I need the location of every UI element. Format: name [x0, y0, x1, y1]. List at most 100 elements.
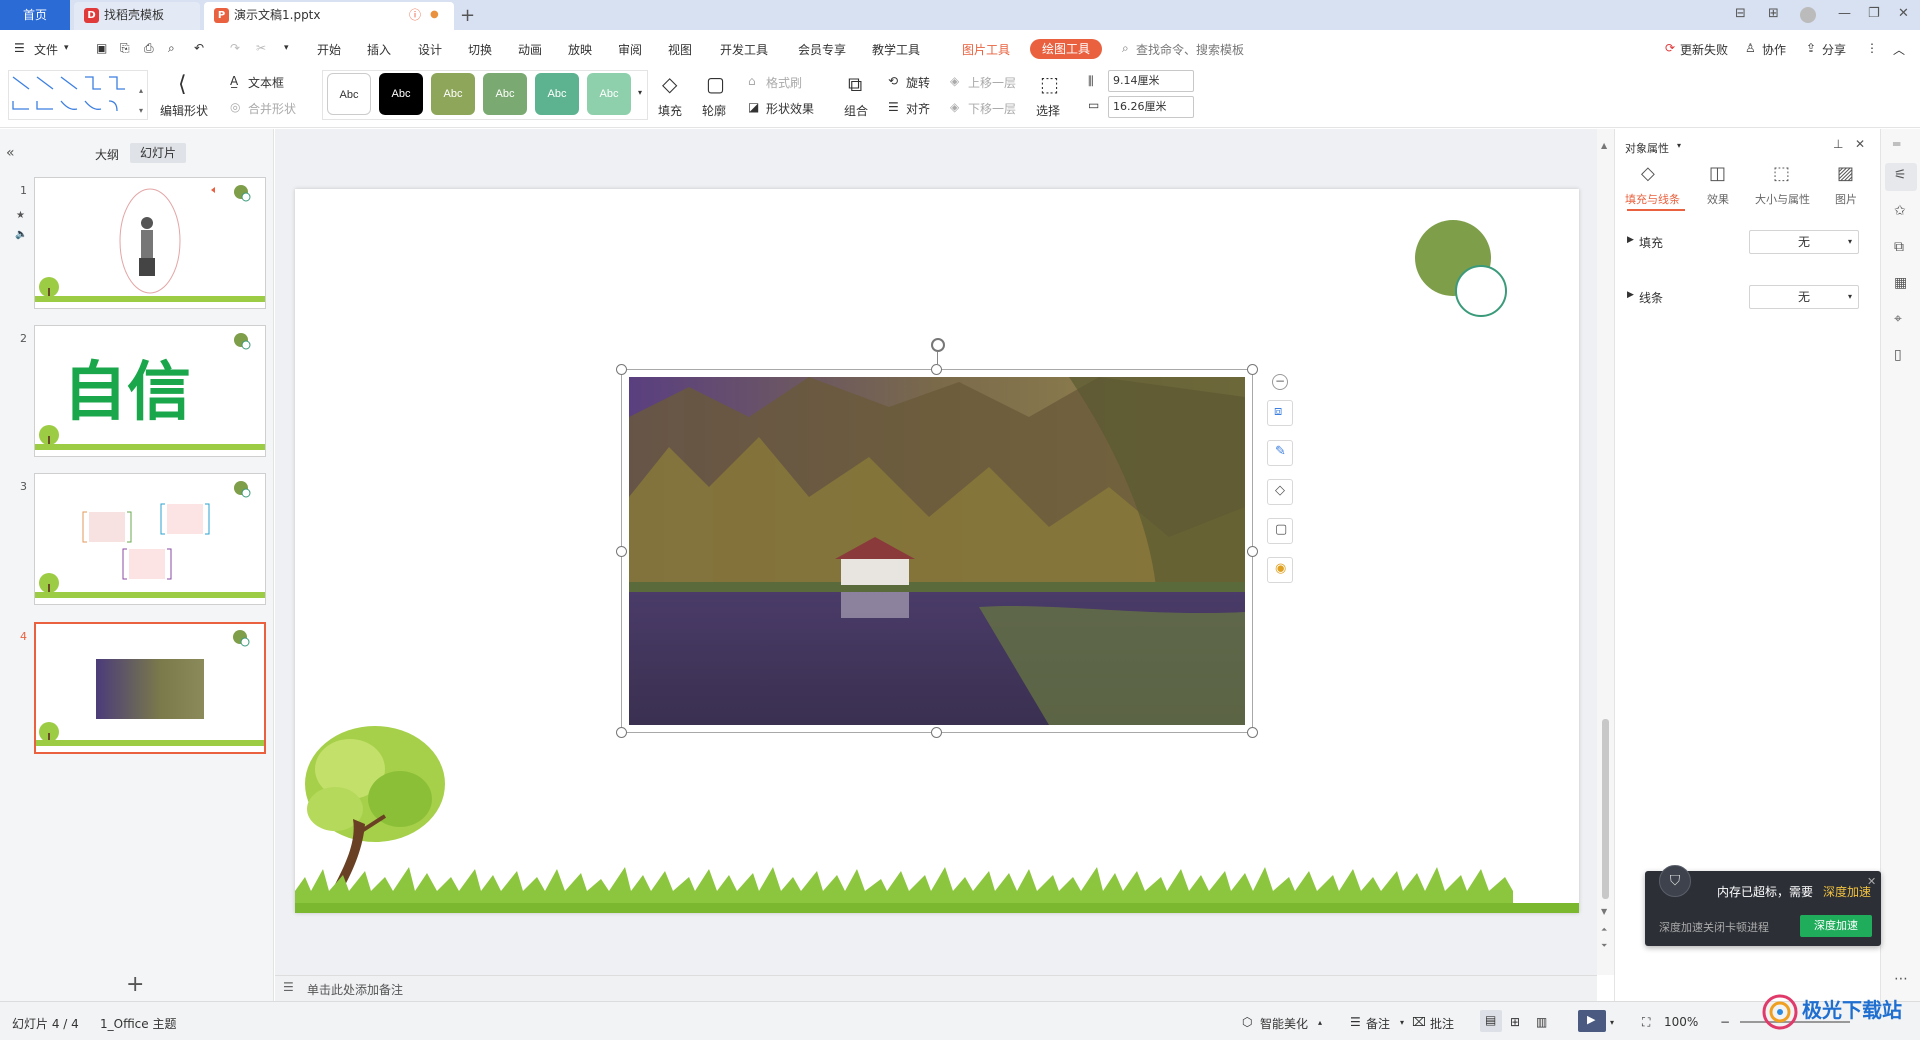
menu-developer[interactable]: 开发工具 [720, 41, 768, 58]
fit-window-icon[interactable]: ⛶ [1642, 1015, 1650, 1030]
slide-thumbnail-3[interactable] [34, 473, 266, 605]
search-command-input[interactable]: 查找命令、搜索模板 [1136, 41, 1244, 58]
more-options-icon[interactable]: ⋮ [1866, 41, 1878, 55]
style-mint[interactable]: Abc [587, 73, 631, 115]
print-icon[interactable]: ⎙ [144, 41, 154, 56]
landscape-picture[interactable] [629, 377, 1245, 725]
menu-transitions[interactable]: 切换 [468, 41, 492, 58]
edit-shape-icon[interactable]: ⟨ [178, 72, 187, 97]
minimize-icon[interactable]: — [1838, 6, 1851, 21]
shape-effects-button[interactable]: 形状效果 [766, 100, 814, 117]
expand-fill-icon[interactable]: ▶ [1627, 235, 1634, 245]
add-slide-icon[interactable]: + [126, 972, 144, 997]
theme-name[interactable]: 1_Office 主题 [100, 1015, 176, 1032]
menu-teaching[interactable]: 教学工具 [872, 41, 920, 58]
menu-design[interactable]: 设计 [418, 41, 442, 58]
edit-shape-button[interactable]: 编辑形状 [160, 102, 208, 119]
tab-home[interactable]: 首页 [0, 0, 70, 30]
resize-handle[interactable] [616, 727, 627, 738]
next-slide-icon[interactable]: ⏷ [1601, 941, 1607, 951]
style-olive[interactable]: Abc [431, 73, 475, 115]
height-input[interactable]: 9.14厘米 [1108, 70, 1194, 92]
warning-icon[interactable]: ⓘ [409, 2, 421, 28]
notes-toggle-button[interactable]: 备注 [1366, 1015, 1390, 1032]
border-tool[interactable]: ▢ [1267, 518, 1293, 544]
scroll-down-icon[interactable]: ▼ [1601, 907, 1607, 916]
menu-slideshow[interactable]: 放映 [568, 41, 592, 58]
rotate-button[interactable]: 旋转 [906, 74, 930, 91]
search-icon[interactable]: ⌕ [1122, 41, 1129, 56]
add-tab-icon[interactable]: + [460, 3, 480, 31]
animation-icon[interactable]: ✩ [1894, 203, 1906, 219]
style-green[interactable]: Abc [483, 73, 527, 115]
collapse-panel-icon[interactable]: « [6, 145, 15, 161]
tab-fill-line[interactable]: 填充与线条 [1625, 191, 1680, 207]
apps-grid-icon[interactable]: ⊞ [1768, 6, 1779, 21]
resize-handle[interactable] [931, 727, 942, 738]
style-white[interactable]: Abc [327, 73, 371, 115]
avatar[interactable] [1800, 7, 1816, 23]
resize-handle[interactable] [1247, 364, 1258, 375]
menu-picture-tools[interactable]: 图片工具 [962, 41, 1010, 58]
panel-title-chevron-icon[interactable]: ▾ [1677, 141, 1681, 150]
align-button[interactable]: 对齐 [906, 100, 930, 117]
collapse-ribbon-icon[interactable]: ︿ [1893, 41, 1905, 58]
restore-icon[interactable]: ❐ [1868, 6, 1880, 21]
style-teal[interactable]: Abc [535, 73, 579, 115]
width-input[interactable]: 16.26厘米 [1108, 96, 1194, 118]
fill-tool[interactable]: ◇ [1267, 479, 1293, 505]
ai-tool[interactable]: ◉ [1267, 557, 1293, 583]
resize-handle[interactable] [616, 364, 627, 375]
normal-view-button[interactable]: ▤ [1480, 1010, 1502, 1032]
menu-member[interactable]: 会员专享 [798, 41, 846, 58]
notes-chevron-icon[interactable]: ▾ [1400, 1018, 1404, 1027]
play-slideshow-button[interactable]: ▶ [1578, 1010, 1606, 1032]
tab-size-properties[interactable]: 大小与属性 [1755, 191, 1810, 207]
tab-picture[interactable]: 图片 [1835, 191, 1857, 207]
layout-icon[interactable]: ⊟ [1735, 6, 1746, 21]
line-shapes-gallery[interactable]: ▴ ▾ [8, 70, 148, 120]
book-icon[interactable]: ▯ [1894, 347, 1902, 363]
tab-slides[interactable]: 幻灯片 [130, 143, 186, 163]
menu-insert[interactable]: 插入 [367, 41, 391, 58]
share-button[interactable]: 分享 [1822, 41, 1846, 58]
tab-effects[interactable]: 效果 [1707, 191, 1729, 207]
close-popup-icon[interactable]: ✕ [1867, 875, 1876, 888]
hamburger-icon[interactable]: ☰ [14, 41, 25, 55]
fill-dropdown[interactable]: 无 ▾ [1749, 230, 1859, 254]
popup-message-link[interactable]: 深度加速 [1823, 883, 1871, 900]
close-icon[interactable]: ✕ [1898, 6, 1909, 21]
group-button[interactable]: 组合 [844, 102, 868, 119]
slide-thumbnail-1[interactable] [34, 177, 266, 309]
notes-pane[interactable]: ☰ 单击此处添加备注 [275, 975, 1597, 1001]
zoom-out-icon[interactable]: − [1720, 1015, 1730, 1029]
resize-handle[interactable] [616, 546, 627, 557]
comments-button[interactable]: 批注 [1430, 1015, 1454, 1032]
menu-file[interactable]: 文件 [34, 41, 58, 58]
deep-speed-button[interactable]: 深度加速 [1800, 915, 1872, 937]
slide-thumbnail-2[interactable]: 自信 [34, 325, 266, 457]
chevron-down-icon[interactable]: ▾ [64, 43, 69, 53]
gallery-more-icon[interactable]: ▾ [638, 88, 642, 97]
select-button[interactable]: 选择 [1036, 102, 1060, 119]
transition-icon[interactable]: ⧉ [1894, 239, 1904, 255]
expand-line-icon[interactable]: ▶ [1627, 290, 1634, 300]
beautify-chevron-icon[interactable]: ▴ [1318, 1018, 1322, 1027]
rotate-handle-icon[interactable] [931, 338, 945, 352]
menu-animations[interactable]: 动画 [518, 41, 542, 58]
zoom-level[interactable]: 100% [1664, 1015, 1698, 1029]
style-black[interactable]: Abc [379, 73, 423, 115]
update-failed-button[interactable]: 更新失败 [1680, 41, 1728, 58]
fill-button[interactable]: 填充 [658, 102, 682, 119]
sidebar-collapse-icon[interactable]: ═ [1893, 137, 1900, 151]
scroll-thumb[interactable] [1602, 719, 1609, 899]
reading-view-icon[interactable]: ▥ [1536, 1015, 1547, 1029]
export-pdf-icon[interactable]: ⎘ [120, 41, 130, 56]
print-preview-icon[interactable]: ⌕ [168, 41, 175, 56]
close-panel-icon[interactable]: ✕ [1855, 137, 1865, 151]
menu-home[interactable]: 开始 [317, 41, 341, 58]
pen-tool[interactable]: ✎ [1267, 440, 1293, 466]
slide-thumbnail-4[interactable] [34, 622, 266, 754]
outline-button[interactable]: 轮廓 [702, 102, 726, 119]
slide-sorter-icon[interactable]: ⊞ [1510, 1015, 1520, 1029]
